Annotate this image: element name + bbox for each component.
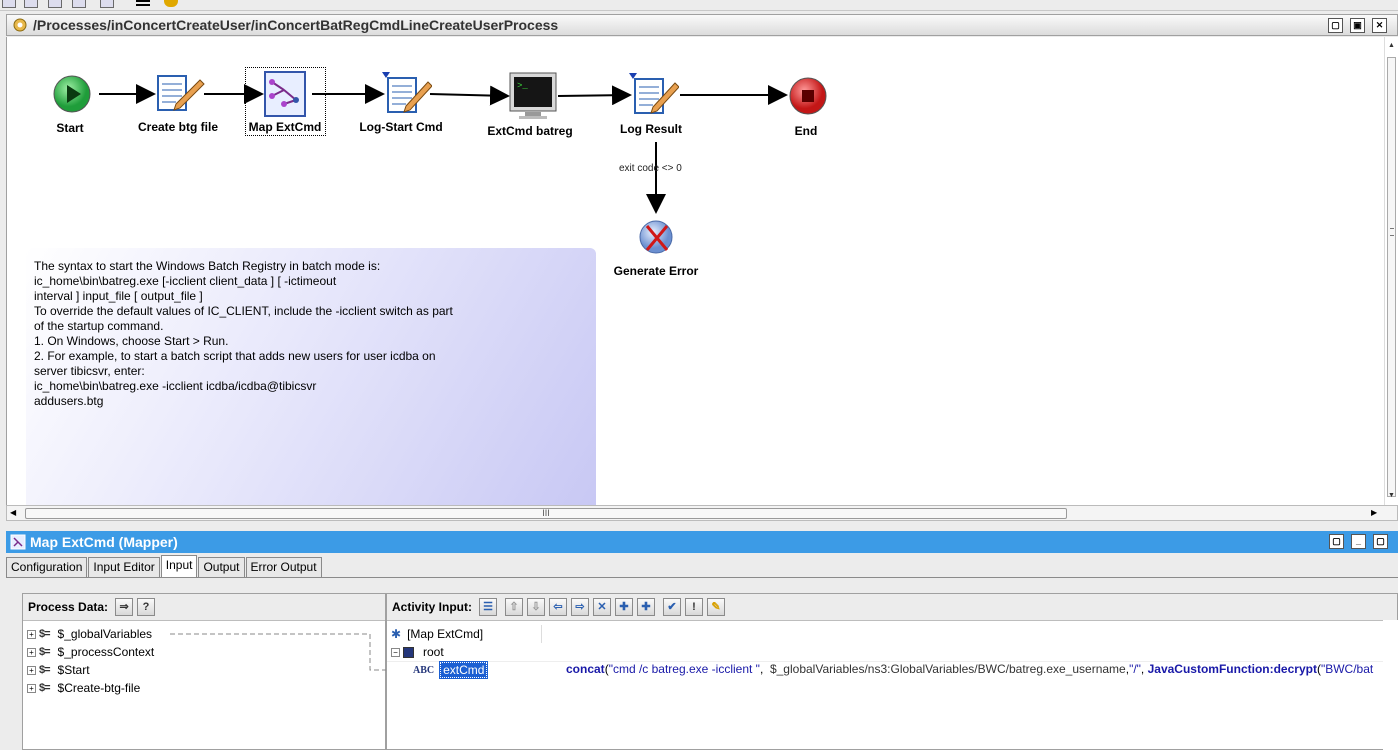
xpath-expression[interactable]: concat("cmd /c batreg.exe -icclient ", $… <box>566 662 1373 676</box>
variable-icon: $= <box>39 682 51 694</box>
tree-node-root[interactable]: − root <box>391 643 444 661</box>
mapper-tabs: Configuration Input Editor Input Output … <box>6 555 323 577</box>
tree-item-processcontext[interactable]: + $= $_processContext <box>27 643 154 661</box>
tab-input[interactable]: Input <box>160 555 198 577</box>
annotation-note[interactable]: The syntax to start the Windows Batch Re… <box>26 248 596 505</box>
help-icon[interactable]: ? <box>137 598 156 616</box>
mapper-icon <box>10 534 26 550</box>
add-icon[interactable]: ✚ <box>615 598 633 616</box>
process-data-label: Process Data: <box>28 600 109 614</box>
tree-item-create-btg-file[interactable]: + $= $Create-btg-file <box>27 679 140 697</box>
show-edit-tree-icon[interactable]: ☰ <box>479 598 497 616</box>
validate-icon[interactable]: ✔ <box>663 598 681 616</box>
node-label-start: Start <box>56 121 84 135</box>
variable-icon: $= <box>39 628 51 640</box>
node-label-log-result: Log Result <box>620 122 682 136</box>
connector-extcmd-logresult[interactable] <box>557 85 632 106</box>
svg-text:>_: >_ <box>517 81 528 91</box>
tab-configuration[interactable]: Configuration <box>6 557 88 577</box>
process-data-header: Process Data: ⇒ ? <box>23 594 385 621</box>
add-child-icon[interactable]: ✚ <box>637 598 655 616</box>
expand-icon[interactable]: + <box>27 647 36 657</box>
error-x-icon[interactable] <box>639 220 675 256</box>
string-type-icon: ABC <box>413 664 435 676</box>
transition-condition-label[interactable]: exit code <> 0 <box>619 163 682 174</box>
tree-item-globalvariables[interactable]: + $= $_globalVariables <box>27 625 152 643</box>
restore-button[interactable]: ▢ <box>1329 534 1344 549</box>
mapper-title: Map ExtCmd (Mapper) <box>30 534 178 550</box>
play-circle-icon[interactable] <box>53 75 93 115</box>
pencil-document-icon[interactable] <box>629 73 679 117</box>
stop-circle-icon[interactable] <box>789 77 829 117</box>
move-down-icon[interactable]: ⇩ <box>527 598 545 616</box>
node-label-generate-error: Generate Error <box>613 264 699 278</box>
move-left-icon[interactable]: ⇦ <box>549 598 567 616</box>
expand-icon[interactable]: + <box>27 683 36 693</box>
note-text: The syntax to start the Windows Batch Re… <box>34 259 453 408</box>
mapper-icon[interactable] <box>262 70 310 118</box>
show-connected-icon[interactable]: ⇒ <box>115 598 134 616</box>
activity-input-label: Activity Input: <box>392 600 472 614</box>
delete-icon[interactable]: ✕ <box>593 598 611 616</box>
tree-node-extcmd[interactable]: ABC extCmd <box>413 661 489 679</box>
pencil-document-icon[interactable] <box>156 74 206 114</box>
node-label-map-extcmd: Map ExtCmd <box>248 120 322 134</box>
move-up-icon[interactable]: ⇧ <box>505 598 523 616</box>
tree-node-map-extcmd[interactable]: ✱ [Map ExtCmd] <box>391 625 483 643</box>
variable-icon: $= <box>39 646 51 658</box>
minimize-button[interactable]: _ <box>1351 534 1366 549</box>
column-divider <box>541 625 542 643</box>
pencil-document-icon[interactable] <box>382 72 432 116</box>
mapper-title-bar: Map ExtCmd (Mapper) <box>6 531 1398 553</box>
monitor-icon[interactable]: >_ <box>509 72 559 120</box>
node-label-extcmd-batreg: ExtCmd batreg <box>487 124 573 138</box>
tree-item-start[interactable]: + $= $Start <box>27 661 90 679</box>
sequence-icon <box>403 646 414 658</box>
variable-icon: $= <box>39 664 51 676</box>
node-label-create-btg-file: Create btg file <box>137 120 218 134</box>
move-right-icon[interactable]: ⇨ <box>571 598 589 616</box>
edit-icon[interactable]: ✎ <box>707 598 725 616</box>
expand-icon[interactable]: + <box>27 665 36 675</box>
xpath-overflow-mask <box>1383 620 1398 750</box>
tab-error-output[interactable]: Error Output <box>245 557 322 577</box>
activity-input-header: Activity Input: ☰ ⇧ ⇩ ⇦ ⇨ ✕ ✚ ✚ ✔ ! ✎ <box>387 594 1397 621</box>
tab-output[interactable]: Output <box>198 557 245 577</box>
collapse-icon[interactable]: − <box>391 647 400 657</box>
maximize-button[interactable]: ▢ <box>1373 534 1388 549</box>
tab-input-editor[interactable]: Input Editor <box>88 557 160 577</box>
expand-icon[interactable]: + <box>27 629 36 639</box>
mapper-icon: ✱ <box>391 627 402 641</box>
connector-log-extcmd[interactable] <box>429 85 510 106</box>
node-label-end: End <box>794 124 818 138</box>
warning-icon[interactable]: ! <box>685 598 703 616</box>
extcmd-field[interactable]: extCmd <box>439 661 489 679</box>
node-label-log-start-cmd: Log-Start Cmd <box>359 120 443 134</box>
